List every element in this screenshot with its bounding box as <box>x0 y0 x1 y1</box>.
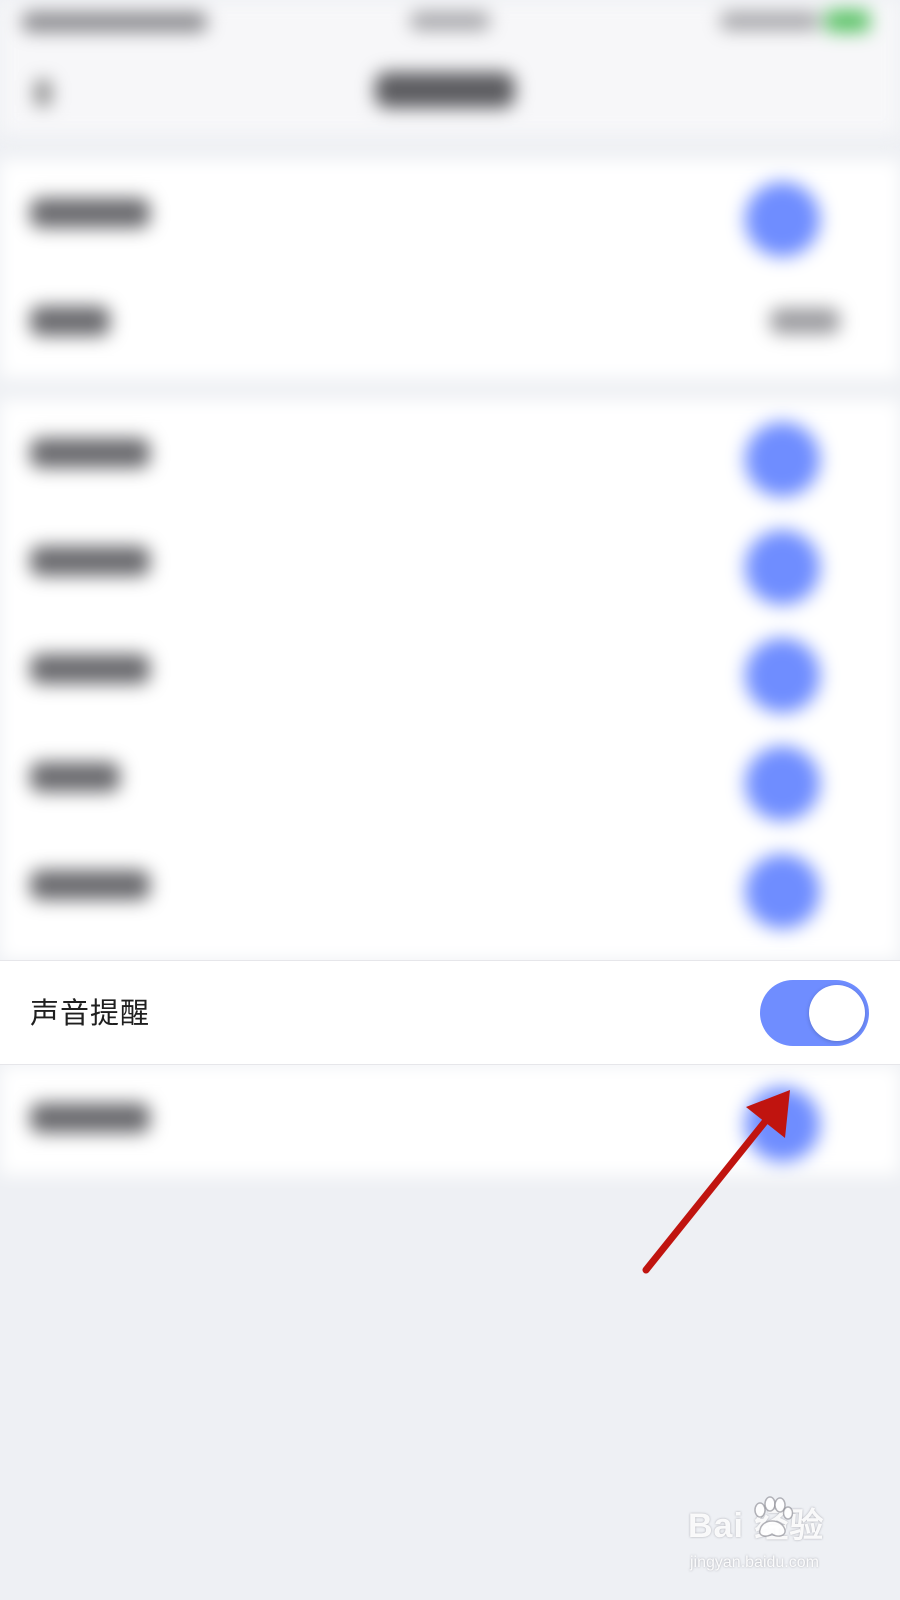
baidu-watermark: Bai 经验 jingyan.baidu.com <box>688 1496 888 1582</box>
settings-row[interactable] <box>0 268 900 376</box>
settings-row[interactable] <box>0 508 900 616</box>
sound-reminder-toggle[interactable] <box>760 980 869 1046</box>
settings-row[interactable] <box>0 616 900 724</box>
settings-row[interactable] <box>0 832 900 940</box>
sound-reminder-row[interactable]: 声音提醒 <box>0 960 900 1065</box>
row-label <box>30 306 110 336</box>
toggle-switch[interactable] <box>745 1087 820 1162</box>
navigation-bar <box>0 50 900 135</box>
toggle-switch[interactable] <box>745 422 820 497</box>
settings-row[interactable] <box>0 724 900 832</box>
settings-row[interactable] <box>0 160 900 268</box>
status-bar <box>0 0 900 50</box>
status-bar-indicators <box>720 12 820 30</box>
row-label <box>30 438 150 468</box>
settings-row[interactable] <box>0 1065 900 1173</box>
row-label <box>30 546 150 576</box>
settings-group-2 <box>0 400 900 960</box>
battery-icon <box>825 10 870 32</box>
row-label <box>30 762 120 792</box>
row-value <box>770 308 840 334</box>
row-label <box>30 198 150 228</box>
status-bar-carrier <box>22 12 207 32</box>
row-label <box>30 870 150 900</box>
toggle-switch[interactable] <box>745 854 820 929</box>
status-bar-time <box>410 12 490 30</box>
row-label <box>30 1103 150 1133</box>
toggle-switch[interactable] <box>745 638 820 713</box>
page-title <box>375 72 515 108</box>
toggle-switch[interactable] <box>745 746 820 821</box>
settings-group-3 <box>0 1065 900 1175</box>
paw-icon <box>754 1496 794 1537</box>
toggle-switch[interactable] <box>745 182 820 257</box>
blurred-background <box>0 0 900 1600</box>
settings-row[interactable] <box>0 400 900 508</box>
toggle-knob <box>809 985 865 1041</box>
sound-reminder-label: 声音提醒 <box>30 996 151 1030</box>
row-label <box>30 654 150 684</box>
watermark-url: jingyan.baidu.com <box>690 1554 819 1571</box>
back-icon[interactable] <box>35 80 51 106</box>
toggle-switch[interactable] <box>745 530 820 605</box>
settings-group-1 <box>0 160 900 378</box>
